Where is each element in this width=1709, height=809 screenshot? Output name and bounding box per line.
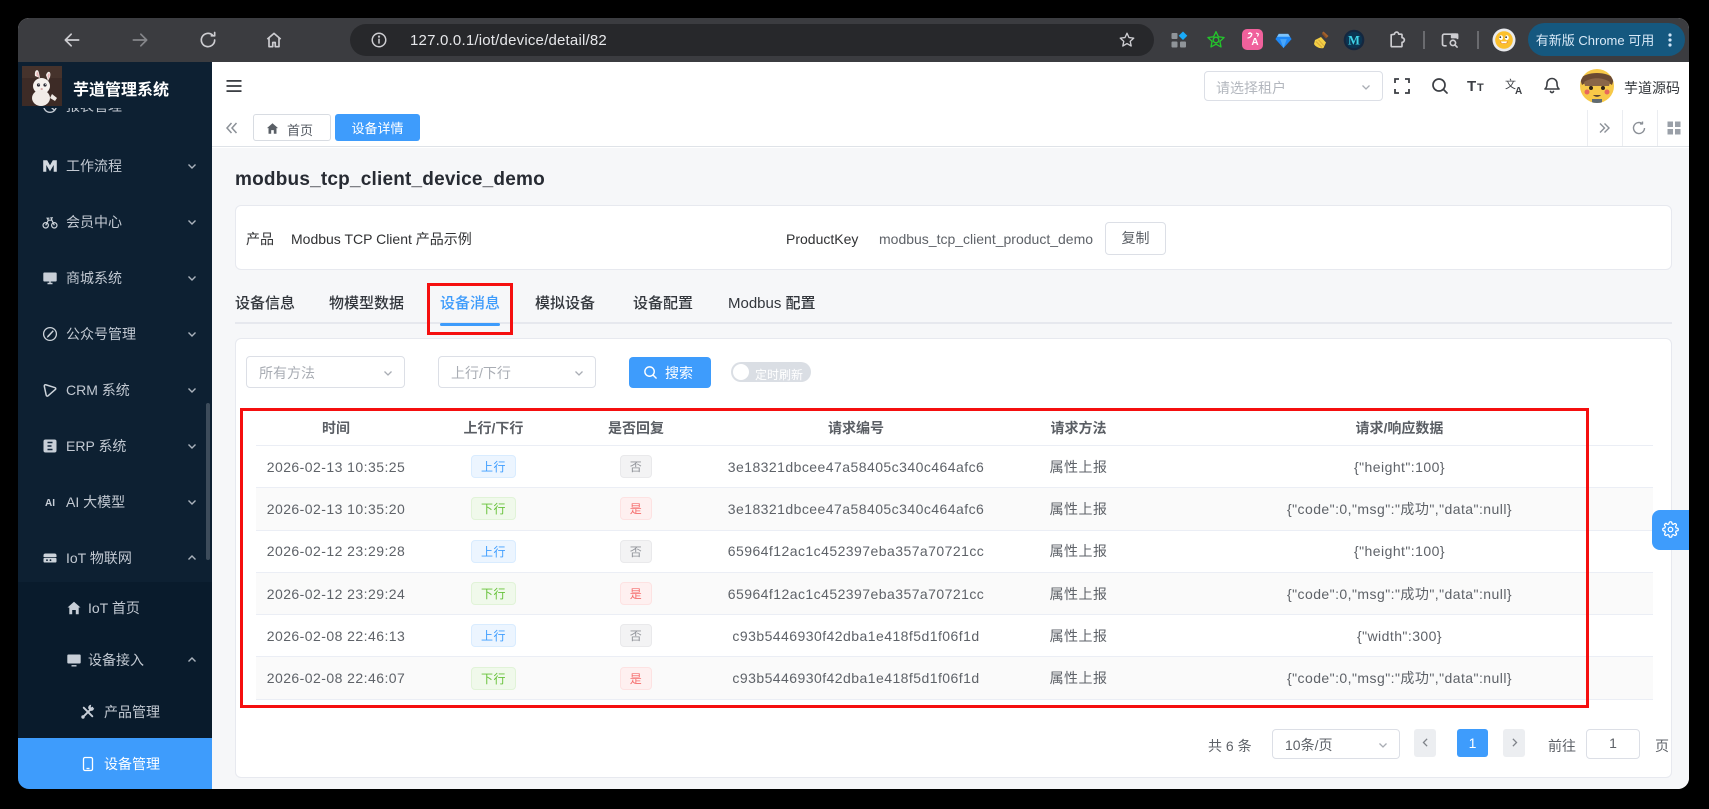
svg-text:M: M [1348,34,1360,48]
svg-text:AI: AI [45,498,55,509]
svg-text:T: T [1467,78,1476,95]
svg-text:A: A [1515,86,1522,96]
svg-text:A: A [1251,37,1258,48]
svg-text:T: T [1477,82,1484,94]
